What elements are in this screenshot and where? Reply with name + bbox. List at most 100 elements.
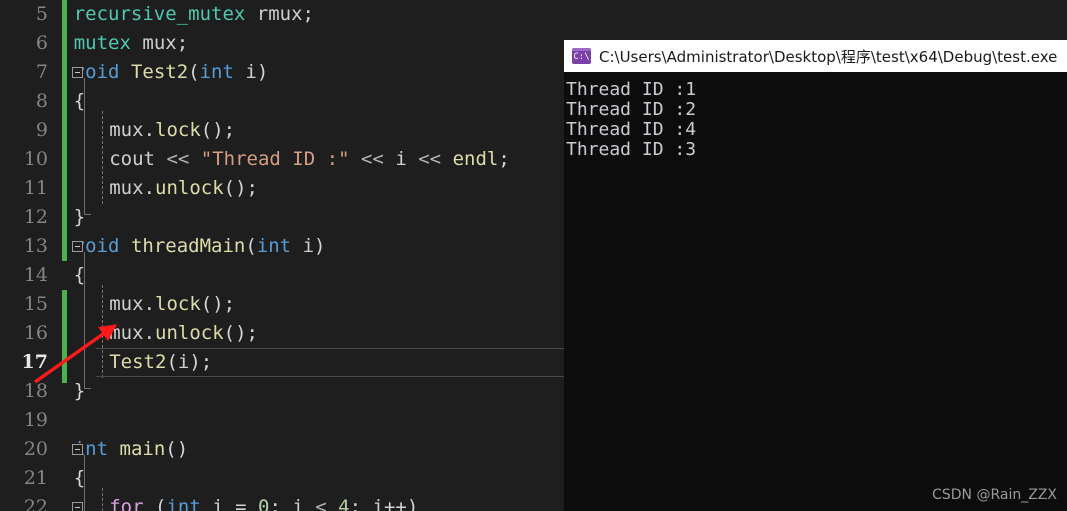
code-token: (): [165, 438, 189, 460]
code-text: cout << "Thread ID :" << i << endl;: [109, 145, 510, 174]
code-token: <: [303, 496, 339, 511]
code-text: void Test2(int i): [74, 58, 269, 87]
code-text: mutex mux;: [74, 29, 188, 58]
code-token: .: [143, 322, 156, 344]
scope-guide-line: [84, 78, 85, 215]
code-token: i: [212, 496, 224, 511]
code-token: mux: [109, 119, 144, 141]
code-text: Test2(i);: [109, 348, 212, 377]
line-number: 19: [23, 409, 48, 431]
code-text: int main(): [74, 435, 188, 464]
line-number: 16: [23, 322, 48, 344]
cmd-icon-label: C:\: [573, 52, 590, 62]
code-token: (: [188, 61, 200, 83]
code-token: mux: [109, 177, 144, 199]
console-title-bar[interactable]: C:\ C:\Users\Administrator\Desktop\程序\te…: [564, 40, 1067, 72]
scope-guide-end: [84, 214, 91, 216]
code-token: =: [223, 496, 259, 511]
code-token: ): [314, 235, 326, 257]
code-token: int: [166, 496, 201, 511]
code-token: lock: [155, 293, 201, 315]
code-text: recursive_mutex rmux;: [74, 0, 314, 29]
code-token: mux: [109, 293, 144, 315]
cmd-icon: C:\: [572, 48, 591, 64]
code-fold-toggle[interactable]: [72, 67, 83, 78]
line-number: 17: [21, 351, 48, 373]
code-token: i: [302, 235, 315, 257]
code-token: ();: [223, 177, 258, 199]
code-token: threadMain: [130, 235, 246, 257]
code-token: cout: [109, 148, 155, 170]
code-line[interactable]: 5 recursive_mutex rmux;: [0, 0, 564, 29]
code-token: i: [245, 61, 257, 83]
code-token: ): [256, 61, 269, 83]
code-token: rmux: [256, 3, 303, 25]
code-token: "Thread ID :": [200, 148, 350, 170]
code-token: .: [143, 177, 156, 199]
code-token: i: [372, 496, 384, 511]
code-fold-toggle[interactable]: [72, 502, 83, 511]
console-title-text: C:\Users\Administrator\Desktop\程序\test\x…: [599, 47, 1058, 66]
change-indicator-bar: [62, 290, 67, 383]
watermark-text: CSDN @Rain_ZZX: [932, 487, 1057, 503]
code-token: int: [199, 61, 234, 83]
code-token: endl: [452, 148, 499, 170]
code-token: mux: [142, 32, 177, 54]
line-number: 6: [35, 32, 48, 54]
console-window[interactable]: C:\ C:\Users\Administrator\Desktop\程序\te…: [564, 40, 1067, 511]
line-number: 7: [35, 61, 48, 83]
code-token: (: [166, 351, 178, 373]
code-token: ();: [200, 119, 236, 141]
code-token: for: [109, 496, 144, 511]
code-token: Test2: [130, 61, 189, 83]
code-fold-toggle[interactable]: [72, 241, 83, 252]
code-token: i: [292, 496, 304, 511]
code-text: mux.lock();: [109, 290, 235, 319]
console-output-line: Thread ID :3: [566, 139, 697, 160]
line-number: 15: [23, 293, 48, 315]
line-number: 20: [23, 438, 48, 460]
console-output-line: Thread ID :2: [566, 99, 697, 120]
indent-guide-line: [102, 285, 103, 378]
code-line[interactable]: 6 mutex mux;: [0, 29, 564, 58]
code-editor-pane[interactable]: 5 recursive_mutex rmux; 6 mutex mux; 7 void T…: [0, 0, 564, 511]
console-output-line: Thread ID :4: [566, 119, 697, 140]
code-token: ++): [383, 496, 419, 511]
code-token: .: [143, 119, 156, 141]
code-token: ();: [223, 322, 258, 344]
code-text: mux.lock();: [109, 116, 235, 145]
code-fold-toggle[interactable]: [72, 444, 83, 455]
code-text: void threadMain(int i): [74, 232, 326, 261]
line-number: 8: [35, 90, 48, 112]
code-token: unlock: [155, 177, 224, 199]
code-token: ;: [176, 32, 189, 54]
code-token: (: [143, 496, 167, 511]
code-line[interactable]: 19: [0, 406, 564, 435]
console-output: Thread ID :1 Thread ID :2 Thread ID :4 Thre…: [564, 72, 1067, 160]
code-text: mux.unlock();: [109, 174, 258, 203]
line-number: 5: [35, 3, 48, 25]
code-token: <<: [360, 148, 384, 170]
code-token: <<: [418, 148, 442, 170]
code-text: mux.unlock();: [109, 319, 258, 348]
code-token: unlock: [155, 322, 224, 344]
line-number: 13: [23, 235, 48, 257]
code-token: main: [119, 438, 166, 460]
line-number: 12: [23, 206, 48, 228]
code-token: int: [256, 235, 292, 257]
line-number: 22: [23, 496, 48, 511]
line-number: 21: [23, 467, 48, 489]
